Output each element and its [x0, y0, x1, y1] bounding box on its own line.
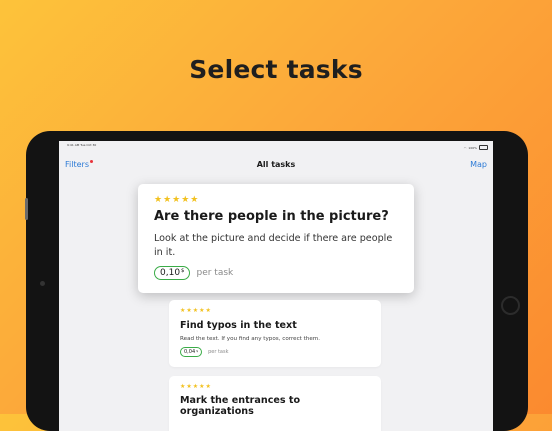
- price-unit: per task: [196, 268, 234, 278]
- navigation-bar: Filters All tasks Map: [59, 152, 493, 176]
- task-title: Are there people in the picture?: [154, 209, 389, 224]
- page-title: All tasks: [256, 159, 296, 169]
- filters-label: Filters: [65, 159, 89, 169]
- home-button[interactable]: [501, 296, 520, 315]
- map-button[interactable]: Map: [470, 160, 487, 169]
- headline: Select tasks: [189, 55, 363, 84]
- rating-stars-icon: ★★★★★: [180, 307, 212, 314]
- price-row: 0,04 $ per task: [180, 347, 370, 357]
- status-bar: 9:41 AM Tue Oct 30 ◠ 100%: [59, 141, 493, 152]
- rating-stars-icon: ★★★★★: [154, 195, 200, 205]
- filter-active-dot: [89, 159, 93, 163]
- price-badge: 0,04 $: [180, 347, 203, 357]
- task-card[interactable]: ★★★★★ Are there people in the picture? L…: [138, 184, 414, 293]
- currency-symbol: $: [196, 349, 199, 353]
- price-value: 0,04: [184, 349, 196, 355]
- task-description: Look at the picture and decide if there …: [154, 233, 393, 258]
- rating-stars-icon: ★★★★★: [180, 383, 212, 390]
- currency-symbol: $: [181, 268, 185, 274]
- camera-icon: [40, 281, 45, 286]
- status-time: 9:41 AM Tue Oct 30: [67, 143, 97, 147]
- wifi-icon: ◠: [463, 145, 467, 150]
- task-title: Find typos in the text: [180, 320, 297, 331]
- task-description: Read the text. If you find any typos, co…: [180, 336, 321, 342]
- price-row: 0,10 $ per task: [154, 266, 398, 280]
- task-card[interactable]: ★★★★★ Find typos in the text Read the te…: [169, 300, 381, 367]
- task-card[interactable]: ★★★★★ Mark the entrances to organization…: [169, 376, 381, 431]
- battery-icon: [479, 145, 488, 150]
- price-unit: per task: [208, 349, 229, 355]
- price-badge: 0,10 $: [154, 266, 191, 280]
- app-screen: 9:41 AM Tue Oct 30 ◠ 100% Filters All ta…: [59, 141, 493, 431]
- volume-button: [25, 198, 28, 220]
- battery-percent: 100%: [468, 145, 477, 150]
- filters-button[interactable]: Filters: [65, 159, 93, 169]
- price-value: 0,10: [160, 268, 181, 278]
